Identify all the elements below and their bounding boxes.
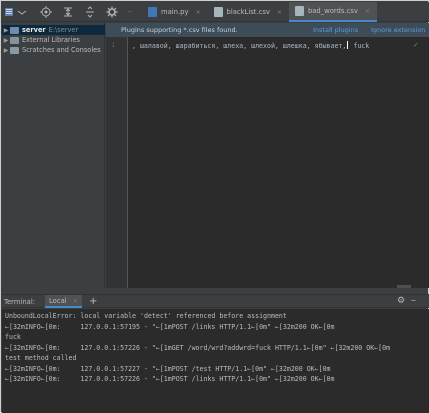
tree-item-external-libraries[interactable]: ▶ External Libraries: [2, 35, 105, 45]
terminal-header: Terminal: Local ✕ + ⚙ –: [2, 294, 429, 308]
library-icon: [10, 36, 19, 44]
editor-area[interactable]: Plugins supporting *.csv files found. In…: [106, 23, 429, 288]
terminal-line: test method called: [5, 354, 77, 362]
close-icon[interactable]: ✕: [365, 8, 370, 15]
chevron-right-icon[interactable]: ▶: [2, 47, 10, 54]
project-tool-buttons: –: [2, 2, 138, 22]
notification-message: Plugins supporting *.csv files found.: [121, 26, 238, 34]
terminal-line: UnboundLocalError: local variable 'detec…: [5, 312, 287, 320]
plugin-notification-bar: Plugins supporting *.csv files found. In…: [106, 23, 429, 37]
terminal-title: Terminal:: [4, 298, 36, 306]
tree-item-label: server: [22, 26, 46, 34]
chevron-right-icon[interactable]: ▶: [2, 37, 10, 44]
minimize-icon[interactable]: –: [411, 295, 416, 306]
tree-item-label: Scratches and Consoles: [22, 46, 101, 54]
tab-label: main.py: [161, 8, 189, 16]
python-file-icon: [148, 7, 157, 17]
terminal-line: fuck: [5, 333, 21, 341]
ide-window: – main.py ✕ blackList.csv ✕ bad_words.cs…: [0, 0, 429, 413]
minimize-panel-icon[interactable]: –: [124, 6, 136, 18]
install-plugins-link[interactable]: Install plugins: [313, 26, 358, 34]
terminal-tab-local[interactable]: Local ✕: [45, 295, 82, 308]
dropdown-arrow-icon[interactable]: [16, 6, 28, 18]
close-icon[interactable]: ✕: [277, 9, 282, 16]
terminal-line: ←[32mINFO←[0m: 127.0.0.1:57195 - "←[1mPO…: [5, 322, 335, 331]
target-icon[interactable]: [40, 6, 52, 18]
line-gutter: 1: [106, 37, 128, 288]
tab-bad-words-csv[interactable]: bad_words.csv ✕: [288, 2, 377, 22]
collapse-all-icon[interactable]: [62, 6, 74, 18]
close-icon[interactable]: ✕: [195, 9, 200, 16]
tab-label: bad_words.csv: [307, 7, 358, 15]
folder-icon: [10, 26, 19, 34]
close-icon[interactable]: ✕: [73, 298, 78, 305]
tab-blacklist-csv[interactable]: blackList.csv ✕: [208, 2, 289, 22]
horizontal-scrollbar[interactable]: [397, 285, 411, 288]
ignore-extension-link[interactable]: Ignore extension: [371, 26, 425, 34]
terminal-line: ←[32mINFO←[0m: 127.0.0.1:57226 - "←[1mGE…: [5, 343, 391, 352]
code-line[interactable]: , шалавой, шарабиться, шлеха, шлехой, шл…: [132, 41, 369, 50]
tree-item-path: E:\server: [48, 26, 79, 34]
tab-main-py[interactable]: main.py ✕: [142, 2, 208, 22]
tree-item-scratches[interactable]: ▶ Scratches and Consoles: [2, 45, 105, 55]
top-toolbar: – main.py ✕ blackList.csv ✕ bad_words.cs…: [2, 2, 429, 22]
terminal-output[interactable]: UnboundLocalError: local variable 'detec…: [2, 309, 429, 413]
terminal-tab-label: Local: [49, 297, 67, 305]
tree-item-server[interactable]: ▶ server E:\server: [2, 25, 105, 35]
project-view-icon[interactable]: [4, 6, 16, 18]
tab-label: blackList.csv: [226, 8, 270, 16]
checkmark-icon: ✓: [413, 41, 419, 49]
new-terminal-plus-icon[interactable]: +: [89, 296, 97, 307]
project-tree: ▶ server E:\server ▶ External Libraries …: [2, 23, 105, 288]
line-number: 1: [111, 41, 115, 49]
gear-icon[interactable]: [106, 6, 118, 18]
expand-icon[interactable]: [84, 6, 96, 18]
tree-item-label: External Libraries: [22, 36, 80, 44]
terminal-line: ←[32mINFO←[0m: 127.0.0.1:57227 - "←[1mPO…: [5, 364, 331, 373]
chevron-right-icon[interactable]: ▶: [2, 27, 10, 34]
terminal-line: ←[32mINFO←[0m: 127.0.0.1:57226 - "←[1mPO…: [5, 375, 335, 383]
gear-icon[interactable]: ⚙: [397, 296, 405, 306]
editor-tabs: main.py ✕ blackList.csv ✕ bad_words.csv …: [142, 2, 377, 22]
code-text: , шалавой, шарабиться, шлеха, шлехой, шл…: [132, 42, 347, 50]
csv-file-icon: [294, 6, 304, 16]
scratches-icon: [10, 46, 19, 54]
csv-file-icon: [213, 7, 223, 17]
code-text-after-caret: fuck: [349, 42, 370, 50]
